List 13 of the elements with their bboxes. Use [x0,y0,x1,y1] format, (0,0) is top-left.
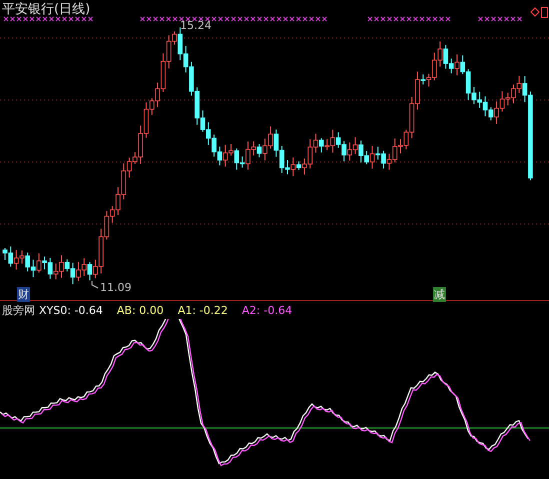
indicator-name: 股旁网 [2,302,35,318]
diamond-icon[interactable] [530,7,540,17]
signal-marker: 减 [433,287,446,302]
chart-title: 平安银行(日线) [2,1,90,18]
indicator-value: AB: 0.00 [116,304,164,316]
low-price-label: 11.09 [100,281,132,294]
indicator-value: XYS0: -0.64 [39,304,103,316]
high-price-label: 15.24 [180,19,212,32]
signal-marker: 财 [17,287,30,302]
pointer-line [92,280,98,288]
indicator-value: A1: -0.22 [178,304,228,316]
indicator-value: A2: -0.64 [242,304,292,316]
rectangle-icon[interactable] [541,7,548,18]
